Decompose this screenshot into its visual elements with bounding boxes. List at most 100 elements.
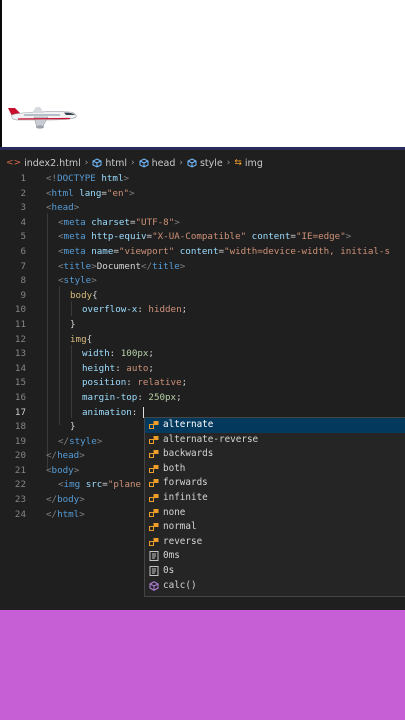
code-token: hidden [148, 304, 182, 316]
code-token: > [345, 231, 352, 243]
line-number: 5 [20, 231, 26, 243]
breadcrumb-style[interactable]: style [187, 158, 223, 169]
line-number: 6 [20, 245, 26, 257]
chevron-right-icon: › [179, 158, 183, 168]
suggestion-item[interactable]: reverse [145, 535, 405, 550]
suggestion-item[interactable]: infinite [145, 491, 405, 506]
code-token: : [131, 406, 143, 418]
code-token: > [73, 464, 80, 476]
code-token: content [246, 231, 291, 243]
code-line[interactable]: 3 <head> [0, 201, 405, 216]
line-number: 10 [14, 304, 26, 316]
code-text: img{ [70, 333, 92, 348]
breadcrumb-head[interactable]: head [139, 158, 175, 169]
suggestion-item[interactable]: backwards [145, 447, 405, 462]
code-token: animation [82, 406, 132, 418]
code-text: <meta name="viewport" content="width=dev… [58, 245, 390, 260]
suggestion-item[interactable]: normal [145, 520, 405, 535]
code-token: body [70, 289, 93, 301]
code-token: head [51, 202, 74, 214]
unit-icon [149, 551, 159, 562]
autocomplete-suggestions[interactable]: alternate alternate-reverse backwards both f… [144, 417, 405, 597]
breadcrumb-img[interactable]: ⇆ img [234, 158, 262, 169]
suggestion-item[interactable]: alternate [145, 418, 405, 433]
breadcrumb-file[interactable]: <> index2.html [6, 158, 81, 169]
code-token: img [63, 479, 81, 491]
suggestion-label: none [163, 506, 186, 518]
suggestion-item[interactable]: both [145, 462, 405, 477]
browser-preview [0, 0, 405, 147]
code-line[interactable]: 13 width: 100px; [0, 347, 405, 362]
code-editor[interactable]: <> index2.html › html › head › style › ⇆… [0, 147, 405, 610]
code-token: : [126, 377, 138, 389]
code-token: 100px [120, 348, 149, 360]
breadcrumb-label: style [199, 157, 223, 169]
code-text: </body> [46, 493, 85, 508]
line-number: 11 [14, 318, 26, 330]
code-line[interactable]: 6 <meta name="viewport" content="width=de… [0, 245, 405, 260]
code-text: <img src="plane [58, 478, 141, 493]
code-token: </ [141, 260, 153, 272]
code-line[interactable]: 10 overflow-x: hidden; [0, 303, 405, 318]
code-line[interactable]: 14 height: auto; [0, 362, 405, 377]
css-rule-icon: ⇆ [234, 158, 242, 168]
code-text: body{ [70, 289, 98, 304]
chevron-right-icon: › [226, 158, 231, 168]
suggestion-item[interactable]: 0ms [145, 549, 405, 564]
code-line[interactable]: 7 <title>Document</title> [0, 260, 405, 275]
suggestion-item[interactable]: calc() [145, 579, 405, 594]
code-text: <meta charset="UTF-8"> [58, 216, 180, 231]
code-token: head [57, 450, 80, 462]
breadcrumb-html[interactable]: html [92, 158, 127, 169]
code-token: "viewport" [118, 245, 175, 257]
code-token: } [70, 421, 76, 433]
code-line[interactable]: 5 <meta http-equiv="X-UA-Compatible" cont… [0, 230, 405, 245]
code-token: title [63, 260, 92, 272]
code-token: html [95, 173, 124, 184]
value-icon [149, 420, 159, 430]
suggestion-item[interactable]: none [145, 506, 405, 521]
code-text: <meta http-equiv="X-UA-Compatible" conte… [58, 230, 351, 245]
line-number: 21 [14, 464, 26, 476]
code-token: ; [181, 304, 188, 316]
code-text: width: 100px; [82, 347, 154, 362]
code-line[interactable]: 12 img{ [0, 333, 405, 348]
code-token: <! [46, 173, 58, 184]
code-token: relative [137, 377, 182, 389]
code-text: <!DOCTYPE html> [46, 172, 129, 187]
code-text: <title>Document</title> [58, 260, 185, 275]
code-token: DOCTYPE [57, 173, 96, 184]
element-icon [187, 158, 197, 168]
breadcrumb-label: img [244, 157, 263, 169]
suggestion-item[interactable]: alternate-reverse [145, 433, 405, 448]
editor-top-border [0, 147, 405, 150]
code-token: "IE=edge" [295, 231, 346, 243]
code-token: img [70, 333, 87, 345]
code-token: </ [46, 494, 58, 506]
code-token: meta [63, 216, 86, 228]
code-text: position: relative; [82, 376, 187, 391]
code-line[interactable]: 1 <!DOCTYPE html> [0, 172, 405, 187]
chevron-right-icon: › [131, 158, 135, 168]
value-icon [149, 537, 159, 547]
code-line[interactable]: 8 <style> [0, 274, 405, 289]
code-token: "UTF-8" [135, 216, 175, 228]
breadcrumb: <> index2.html › html › head › style › ⇆… [6, 156, 263, 170]
value-icon [149, 449, 159, 459]
code-line[interactable]: 11} [0, 318, 405, 333]
code-line[interactable]: 16 margin-top: 250px; [0, 391, 405, 406]
suggestion-item[interactable]: forwards [145, 476, 405, 491]
code-line[interactable]: 4 <meta charset="UTF-8"> [0, 216, 405, 231]
code-token: ; [181, 377, 188, 389]
code-line[interactable]: 9 body{ [0, 289, 405, 304]
code-token: auto [126, 362, 149, 374]
code-token: : [115, 362, 127, 374]
suggestion-label: 0s [163, 564, 175, 576]
line-number: 4 [20, 216, 26, 228]
value-icon [149, 522, 159, 532]
code-line[interactable]: 15 position: relative; [0, 376, 405, 391]
suggestion-label: alternate-reverse [163, 433, 259, 445]
code-line[interactable]: 2 <html lang="en"> [0, 187, 405, 202]
suggestion-item[interactable]: 0s [145, 564, 405, 579]
html-file-icon: <> [6, 158, 22, 168]
